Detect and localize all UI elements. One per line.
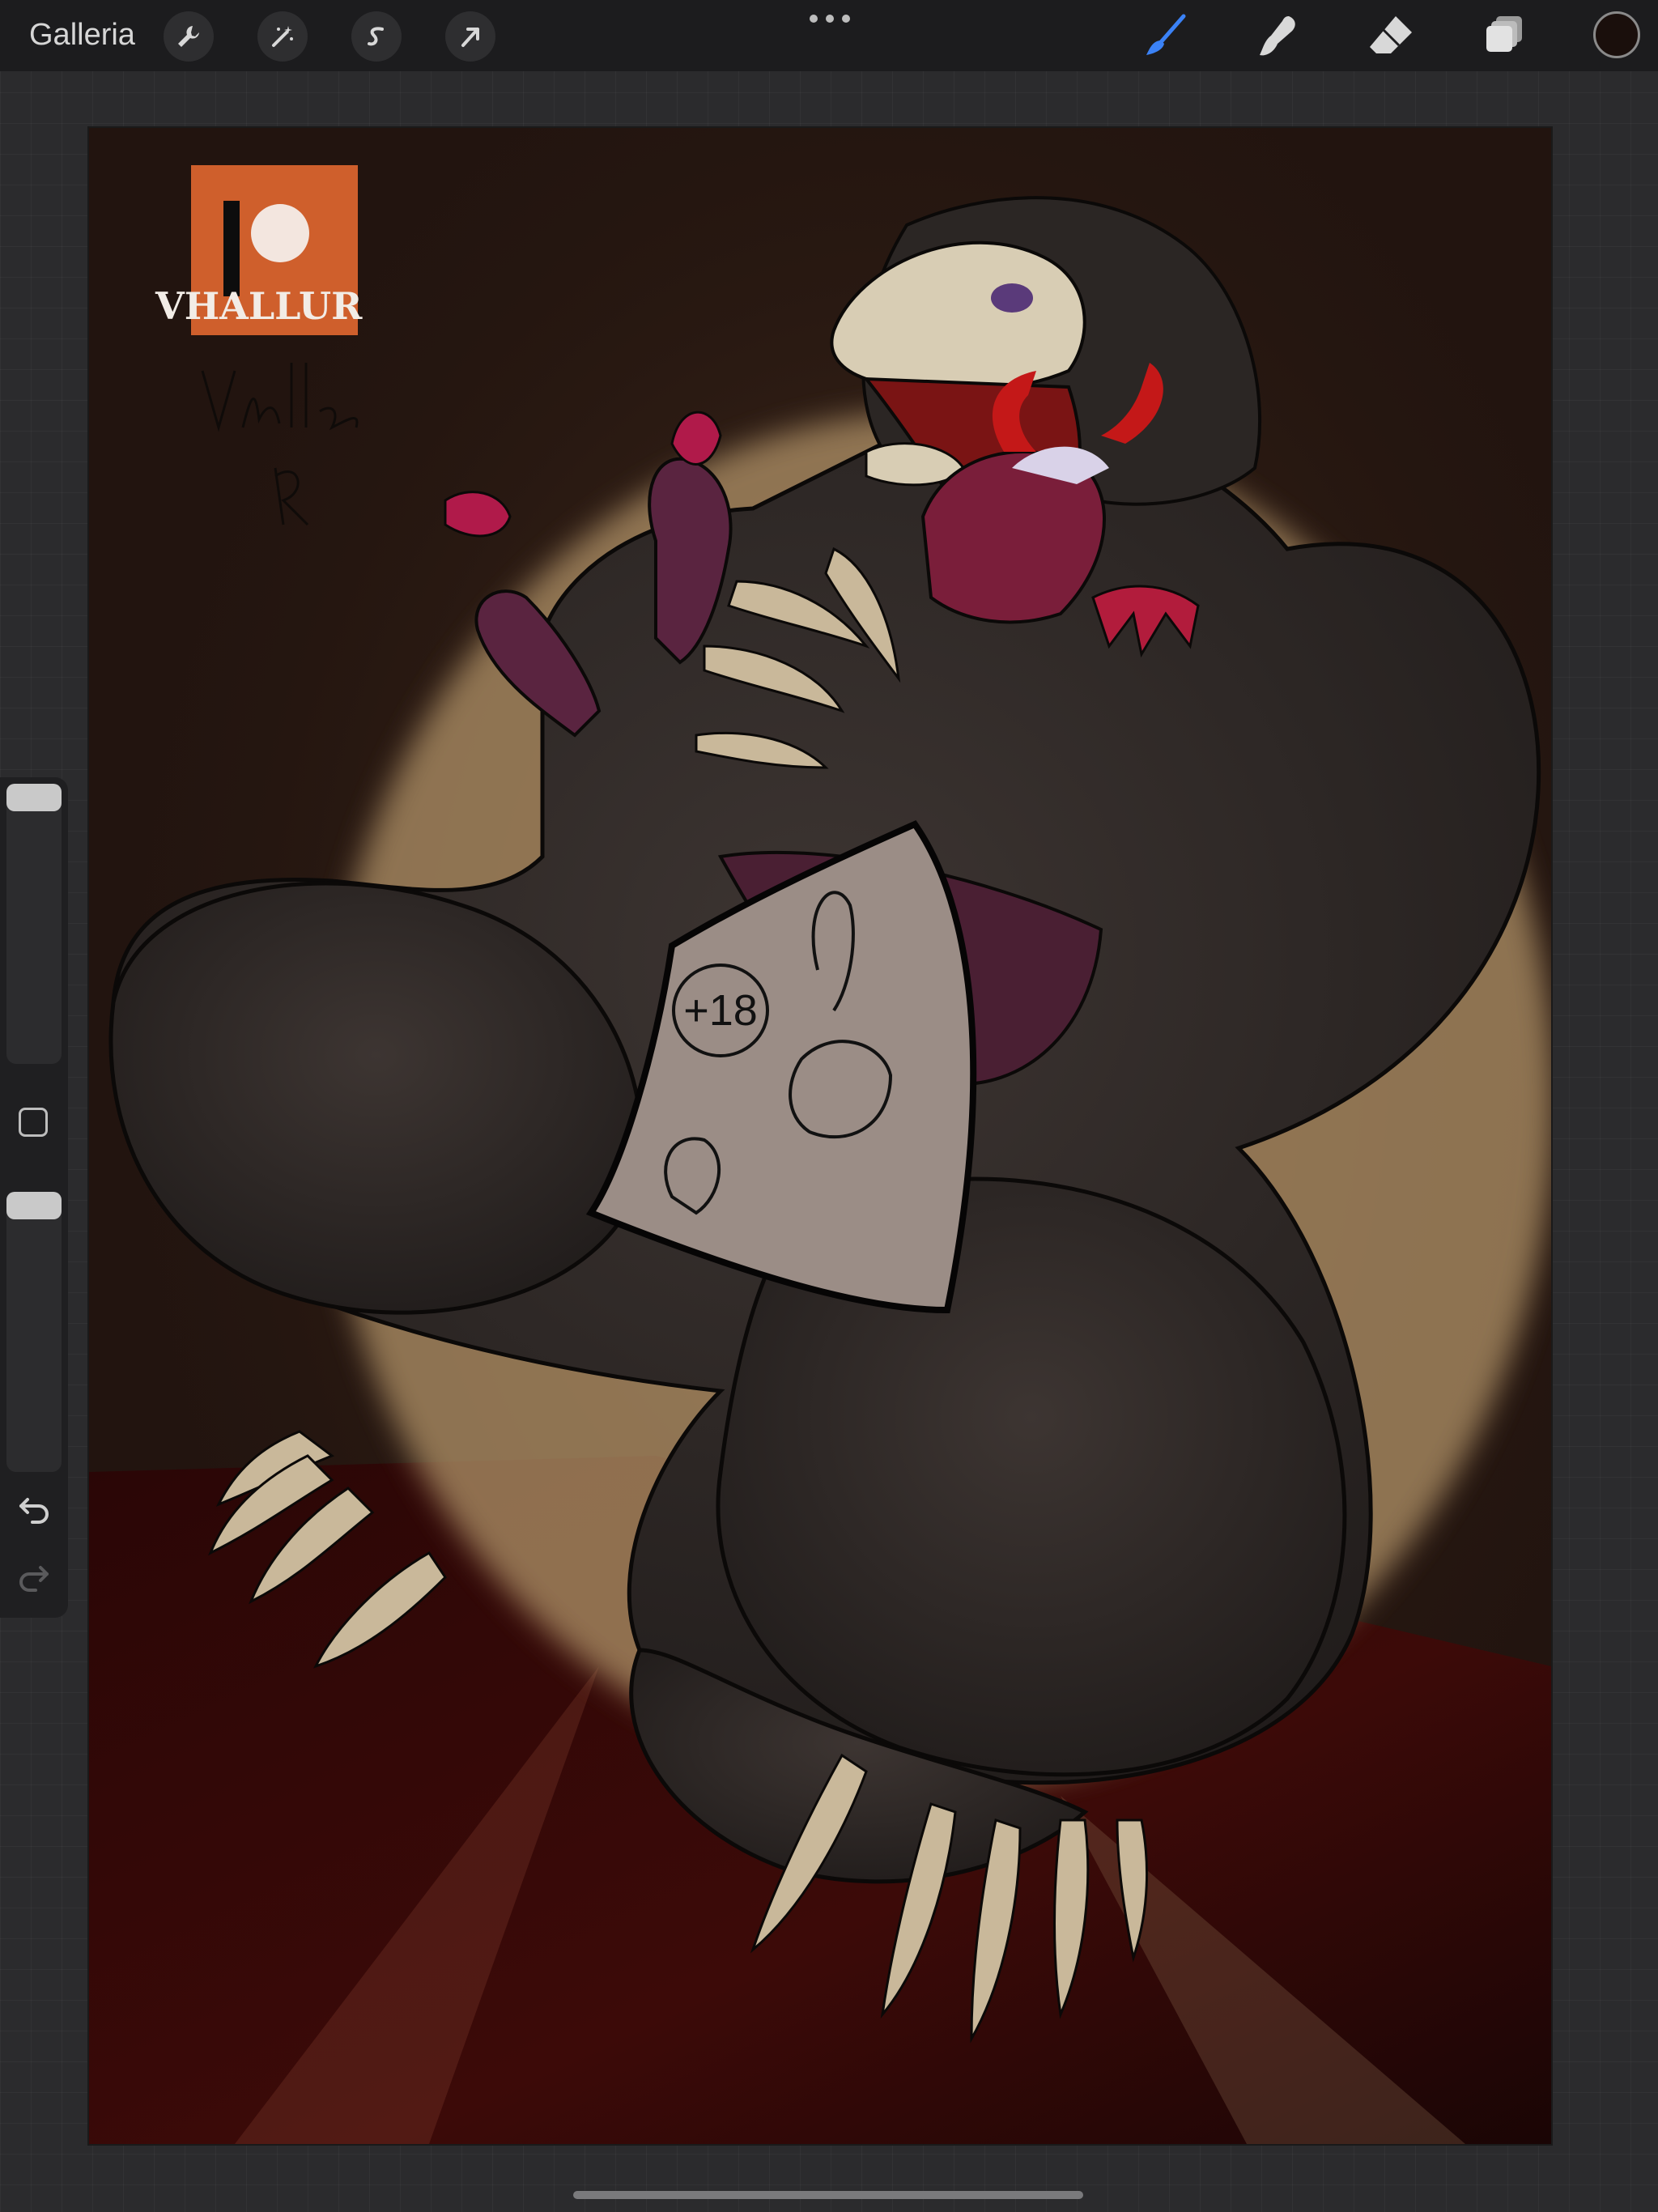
age-rating-label: +18 <box>683 986 758 1035</box>
layers-icon[interactable] <box>1475 6 1533 65</box>
top-toolbar: Galleria <box>0 0 1658 71</box>
more-options-icon[interactable] <box>810 15 850 26</box>
redo-icon[interactable] <box>15 1556 53 1595</box>
undo-icon[interactable] <box>15 1488 53 1527</box>
opacity-slider-thumb[interactable] <box>6 1192 62 1219</box>
modify-square-icon[interactable] <box>19 1108 48 1137</box>
artwork: +18 VHALLUR <box>89 128 1551 2144</box>
color-picker-swatch[interactable] <box>1593 11 1640 58</box>
home-indicator[interactable] <box>573 2191 1083 2199</box>
wrench-icon[interactable] <box>164 11 214 62</box>
eraser-icon[interactable] <box>1362 6 1420 65</box>
brush-size-slider[interactable] <box>6 784 62 1064</box>
brush-icon[interactable] <box>1137 6 1195 65</box>
gallery-button[interactable]: Galleria <box>29 18 135 53</box>
smudge-icon[interactable] <box>1248 6 1307 65</box>
opacity-slider[interactable] <box>6 1192 62 1472</box>
brush-size-slider-thumb[interactable] <box>6 784 62 811</box>
sidebar <box>0 777 68 1618</box>
arrow-transform-icon[interactable] <box>445 11 495 62</box>
selection-s-icon[interactable] <box>351 11 402 62</box>
drawing-canvas[interactable]: +18 VHALLUR <box>89 128 1551 2144</box>
magic-wand-icon[interactable] <box>257 11 308 62</box>
logo-text: VHALLUR <box>155 284 363 328</box>
